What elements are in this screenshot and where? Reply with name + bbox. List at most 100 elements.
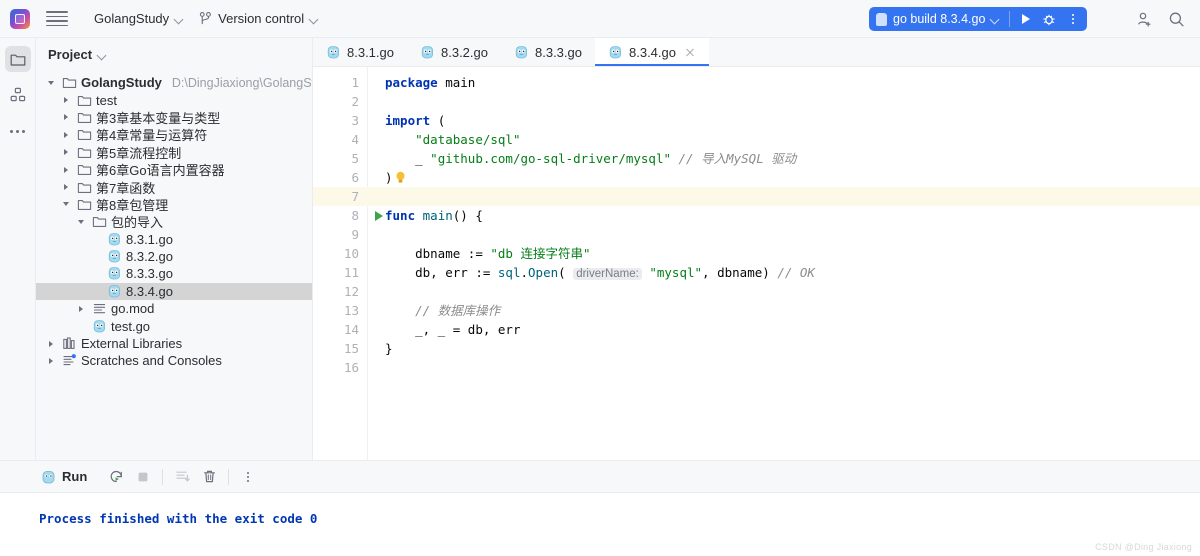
chevron-down-icon[interactable] bbox=[44, 80, 58, 86]
add-account-button[interactable] bbox=[1130, 5, 1158, 33]
project-panel-header[interactable]: Project bbox=[36, 38, 312, 70]
tree-node[interactable]: 包的导入 bbox=[36, 213, 312, 230]
chevron-right-icon[interactable] bbox=[44, 340, 58, 347]
tree-node-path: D:\DingJiaxiong\GolangStudy bbox=[171, 75, 312, 90]
tree-node-label: 8.3.4.go bbox=[126, 283, 173, 299]
more-tool-windows-icon[interactable] bbox=[5, 118, 31, 144]
code-editor[interactable]: 1 2 3 4 5 6 7 8 9 10 11 12 13 14 15 16 package main imp… bbox=[313, 67, 1200, 460]
line-number: 10 bbox=[343, 246, 359, 261]
tree-node[interactable]: Scratches and Consoles bbox=[36, 352, 312, 369]
folder-icon bbox=[10, 54, 25, 66]
project-selector[interactable]: GolangStudy bbox=[86, 8, 191, 29]
tree-node-label: test.go bbox=[111, 318, 151, 334]
tree-node[interactable]: 8.3.1.go bbox=[36, 231, 312, 248]
tree-node[interactable]: 8.3.4.go bbox=[36, 282, 312, 301]
tree-node[interactable]: 第3章基本变量与类型 bbox=[36, 109, 312, 126]
library-icon bbox=[63, 337, 75, 349]
tree-node-label: Scratches and Consoles bbox=[81, 353, 222, 369]
gomod-file-icon bbox=[93, 304, 106, 314]
code-line-11: db, err := sql.Open( driverName: "mysql"… bbox=[415, 265, 815, 280]
run-panel-title[interactable]: Run bbox=[42, 469, 87, 484]
chevron-right-icon[interactable] bbox=[59, 131, 73, 138]
tree-node[interactable]: go.mod bbox=[36, 300, 312, 317]
go-file-icon bbox=[107, 249, 122, 264]
tree-node[interactable]: 第4章常量与运算符 bbox=[36, 126, 312, 143]
chevron-right-icon[interactable] bbox=[74, 305, 88, 312]
toolbar-right-actions bbox=[1130, 0, 1190, 38]
close-icon[interactable] bbox=[684, 46, 696, 58]
line-number: 14 bbox=[343, 322, 359, 337]
run-button[interactable] bbox=[1013, 8, 1037, 30]
chevron-right-icon[interactable] bbox=[59, 149, 73, 156]
folder-icon bbox=[77, 182, 92, 193]
tree-node[interactable]: 8.3.3.go bbox=[36, 265, 312, 282]
goland-logo-icon bbox=[10, 8, 30, 29]
tree-node[interactable]: 第8章包管理 bbox=[36, 196, 312, 213]
go-file-icon bbox=[420, 45, 435, 60]
go-file-icon bbox=[108, 232, 120, 246]
tree-node[interactable]: test bbox=[36, 91, 312, 108]
divider bbox=[162, 468, 164, 485]
run-config-selector[interactable]: go build 8.3.4.go bbox=[876, 12, 1006, 26]
chevron-down-icon[interactable] bbox=[74, 219, 88, 225]
run-widget-more-button[interactable] bbox=[1061, 8, 1085, 30]
more-vertical-icon bbox=[247, 471, 250, 482]
debug-button[interactable] bbox=[1037, 8, 1061, 30]
console-output[interactable]: Process finished with the exit code 0 bbox=[0, 493, 1200, 556]
structure-tool-icon[interactable] bbox=[5, 82, 31, 108]
rerun-button[interactable] bbox=[104, 465, 128, 489]
chevron-down-icon bbox=[310, 15, 318, 23]
chevron-right-icon[interactable] bbox=[44, 357, 58, 364]
go-file-icon bbox=[514, 45, 529, 60]
clear-all-button[interactable] bbox=[197, 465, 221, 489]
stop-square-icon bbox=[138, 472, 148, 481]
search-everywhere-button[interactable] bbox=[1162, 5, 1190, 33]
chevron-down-icon[interactable] bbox=[59, 201, 73, 207]
trash-icon bbox=[203, 470, 215, 483]
tree-node-label: 8.3.2.go bbox=[126, 249, 173, 265]
add-account-icon bbox=[1137, 12, 1151, 27]
stop-button[interactable] bbox=[131, 465, 155, 489]
tree-node-label: 第4章常量与运算符 bbox=[96, 128, 208, 144]
tree-node-label: 8.3.1.go bbox=[126, 231, 173, 247]
play-icon bbox=[1022, 14, 1031, 24]
project-tool-icon[interactable] bbox=[4, 46, 31, 72]
line-number-gutter[interactable]: 1 2 3 4 5 6 7 8 9 10 11 12 13 14 15 16 bbox=[313, 67, 383, 460]
divider bbox=[228, 468, 230, 485]
hamburger-menu-icon[interactable] bbox=[46, 8, 68, 30]
folder-icon bbox=[77, 180, 92, 195]
tree-node[interactable]: 第6章Go语言内置容器 bbox=[36, 161, 312, 178]
code-line-1: package main bbox=[385, 75, 476, 90]
editor-tab[interactable]: 8.3.2.go bbox=[407, 38, 501, 66]
chevron-right-icon[interactable] bbox=[59, 97, 73, 104]
editor-tab-label: 8.3.3.go bbox=[535, 44, 582, 60]
line-number: 4 bbox=[351, 132, 359, 147]
go-file-icon bbox=[107, 232, 122, 247]
editor-tab[interactable]: 8.3.1.go bbox=[313, 38, 407, 66]
tree-node[interactable]: 8.3.2.go bbox=[36, 248, 312, 265]
code-content[interactable]: package main import ( "database/sql" _ "… bbox=[367, 67, 1200, 460]
tree-node[interactable]: GolangStudy D:\DingJiaxiong\GolangStudy bbox=[36, 74, 312, 91]
folder-icon bbox=[77, 113, 92, 123]
version-control-button[interactable]: Version control bbox=[191, 8, 326, 29]
more-options-button[interactable] bbox=[236, 465, 260, 489]
chevron-right-icon[interactable] bbox=[59, 166, 73, 173]
chevron-right-icon[interactable] bbox=[59, 114, 73, 121]
intention-bulb-icon[interactable] bbox=[395, 171, 406, 184]
inlay-hint: driverName: bbox=[573, 268, 642, 280]
tree-node-label: 8.3.3.go bbox=[126, 266, 173, 282]
scroll-to-end-button[interactable] bbox=[170, 465, 194, 489]
code-line-7 bbox=[367, 187, 1200, 206]
tree-node[interactable]: External Libraries bbox=[36, 335, 312, 352]
editor-area: 8.3.1.go 8.3.2.go 8.3.3.go 8.3.4.go 1234567… bbox=[313, 38, 1200, 460]
tree-node[interactable]: 第5章流程控制 bbox=[36, 144, 312, 161]
editor-tab-label: 8.3.4.go bbox=[629, 44, 676, 60]
chevron-down-icon bbox=[98, 51, 106, 59]
editor-tab[interactable]: 8.3.3.go bbox=[501, 38, 595, 66]
tree-node[interactable]: 第7章函数 bbox=[36, 178, 312, 196]
tree-node[interactable]: test.go bbox=[36, 317, 312, 334]
chevron-right-icon[interactable] bbox=[59, 184, 73, 191]
go-file-icon bbox=[608, 45, 623, 60]
editor-tab[interactable]: 8.3.4.go bbox=[595, 38, 709, 66]
